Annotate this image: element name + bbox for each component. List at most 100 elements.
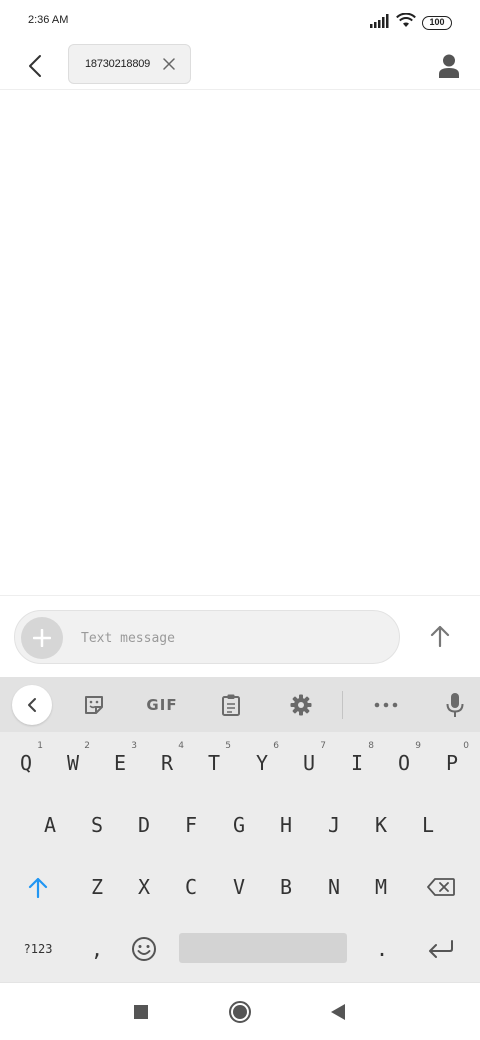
key-hint: 0 bbox=[463, 741, 469, 751]
key-l[interactable]: L bbox=[405, 799, 451, 851]
key-label: Q bbox=[19, 751, 33, 775]
key-label: I bbox=[350, 751, 364, 775]
backspace-icon bbox=[427, 878, 455, 896]
key-d[interactable]: D bbox=[121, 799, 167, 851]
key-s[interactable]: S bbox=[74, 799, 120, 851]
key-hint: 5 bbox=[225, 741, 231, 751]
clipboard-icon bbox=[222, 694, 240, 716]
gear-icon bbox=[290, 694, 312, 716]
shift-arrow-icon bbox=[28, 877, 48, 898]
arrow-up-icon bbox=[430, 625, 450, 647]
key-a[interactable]: A bbox=[27, 799, 73, 851]
key-k[interactable]: K bbox=[358, 799, 404, 851]
recipient-number: 18730218809 bbox=[85, 58, 151, 70]
key-label: E bbox=[113, 751, 127, 775]
period-key[interactable]: . bbox=[359, 923, 405, 975]
key-hint: 7 bbox=[320, 741, 326, 751]
key-p[interactable]: P0 bbox=[429, 737, 475, 789]
key-h[interactable]: H bbox=[263, 799, 309, 851]
key-f[interactable]: F bbox=[168, 799, 214, 851]
key-y[interactable]: Y6 bbox=[239, 737, 285, 789]
navigation-bar bbox=[0, 982, 480, 1040]
voice-input-button[interactable] bbox=[435, 685, 475, 725]
battery-icon: 100 bbox=[422, 16, 452, 30]
key-u[interactable]: U7 bbox=[286, 737, 332, 789]
key-r[interactable]: R4 bbox=[144, 737, 190, 789]
key-m[interactable]: M bbox=[358, 861, 404, 913]
key-n[interactable]: N bbox=[311, 861, 357, 913]
plus-icon bbox=[33, 629, 51, 647]
key-hint: 3 bbox=[131, 741, 137, 751]
home-button[interactable] bbox=[225, 997, 255, 1027]
back-nav-button[interactable] bbox=[323, 997, 353, 1027]
keyboard-collapse-button[interactable] bbox=[12, 685, 52, 725]
status-bar: 2:36 AM 100 bbox=[0, 0, 480, 42]
emoji-key[interactable] bbox=[121, 923, 167, 975]
microphone-icon bbox=[446, 693, 464, 717]
back-button[interactable] bbox=[18, 48, 52, 84]
chevron-left-icon bbox=[28, 698, 36, 712]
key-hint: 9 bbox=[415, 741, 421, 751]
key-label: W bbox=[66, 751, 80, 775]
composer bbox=[0, 595, 480, 677]
more-button[interactable] bbox=[366, 685, 406, 725]
key-q[interactable]: Q1 bbox=[3, 737, 49, 789]
key-hint: 8 bbox=[368, 741, 374, 751]
space-key[interactable] bbox=[179, 933, 347, 963]
key-o[interactable]: O9 bbox=[381, 737, 427, 789]
smiley-icon bbox=[132, 937, 156, 961]
wifi-icon bbox=[396, 12, 416, 33]
chevron-left-icon bbox=[29, 55, 41, 77]
key-hint: 4 bbox=[178, 741, 184, 751]
status-icons: 100 bbox=[370, 12, 452, 33]
key-t[interactable]: T5 bbox=[191, 737, 237, 789]
key-b[interactable]: B bbox=[263, 861, 309, 913]
contact-button[interactable] bbox=[432, 48, 466, 84]
key-e[interactable]: E3 bbox=[97, 737, 143, 789]
key-hint: 6 bbox=[273, 741, 279, 751]
key-label: U bbox=[302, 751, 316, 775]
key-i[interactable]: I8 bbox=[334, 737, 380, 789]
remove-recipient-button[interactable] bbox=[160, 55, 178, 73]
conversation-header: 18730218809 bbox=[0, 42, 480, 90]
enter-key[interactable] bbox=[418, 923, 464, 975]
square-icon bbox=[134, 1005, 148, 1019]
key-label: T bbox=[207, 751, 221, 775]
key-x[interactable]: X bbox=[121, 861, 167, 913]
key-z[interactable]: Z bbox=[74, 861, 120, 913]
recents-button[interactable] bbox=[126, 997, 156, 1027]
key-label: O bbox=[397, 751, 411, 775]
signal-icon bbox=[370, 13, 390, 33]
key-j[interactable]: J bbox=[311, 799, 357, 851]
comma-key[interactable]: , bbox=[74, 923, 120, 975]
more-horizontal-icon bbox=[374, 702, 398, 708]
clipboard-button[interactable] bbox=[211, 685, 251, 725]
sticker-icon bbox=[85, 696, 103, 714]
recipient-chip[interactable]: 18730218809 bbox=[68, 44, 191, 84]
circle-icon bbox=[229, 1001, 251, 1023]
shift-key[interactable] bbox=[15, 861, 61, 913]
key-c[interactable]: C bbox=[168, 861, 214, 913]
status-time: 2:36 AM bbox=[28, 14, 69, 26]
soft-keyboard: G I F Q 1 W 2 E 3 R 4 T 5 Y 6 U 7 I 8 O 9 … bbox=[0, 677, 480, 982]
key-hint: 2 bbox=[84, 741, 90, 751]
message-list[interactable] bbox=[0, 91, 480, 595]
message-input[interactable] bbox=[81, 625, 381, 651]
sticker-button[interactable] bbox=[74, 685, 114, 725]
send-button[interactable] bbox=[420, 616, 460, 656]
person-icon bbox=[439, 54, 459, 78]
key-g[interactable]: G bbox=[216, 799, 262, 851]
key-label: Y bbox=[255, 751, 269, 775]
add-attachment-button[interactable] bbox=[21, 617, 63, 659]
key-hint: 1 bbox=[37, 741, 43, 751]
key-label: P bbox=[445, 751, 459, 775]
gif-button[interactable]: GIF bbox=[140, 685, 184, 725]
backspace-key[interactable] bbox=[418, 861, 464, 913]
toolbar-divider bbox=[342, 691, 343, 719]
compose-box bbox=[14, 610, 400, 664]
key-v[interactable]: V bbox=[216, 861, 262, 913]
settings-button[interactable] bbox=[281, 685, 321, 725]
close-icon bbox=[163, 58, 175, 70]
symbols-key[interactable]: ?123 bbox=[15, 923, 61, 975]
key-w[interactable]: W2 bbox=[50, 737, 96, 789]
